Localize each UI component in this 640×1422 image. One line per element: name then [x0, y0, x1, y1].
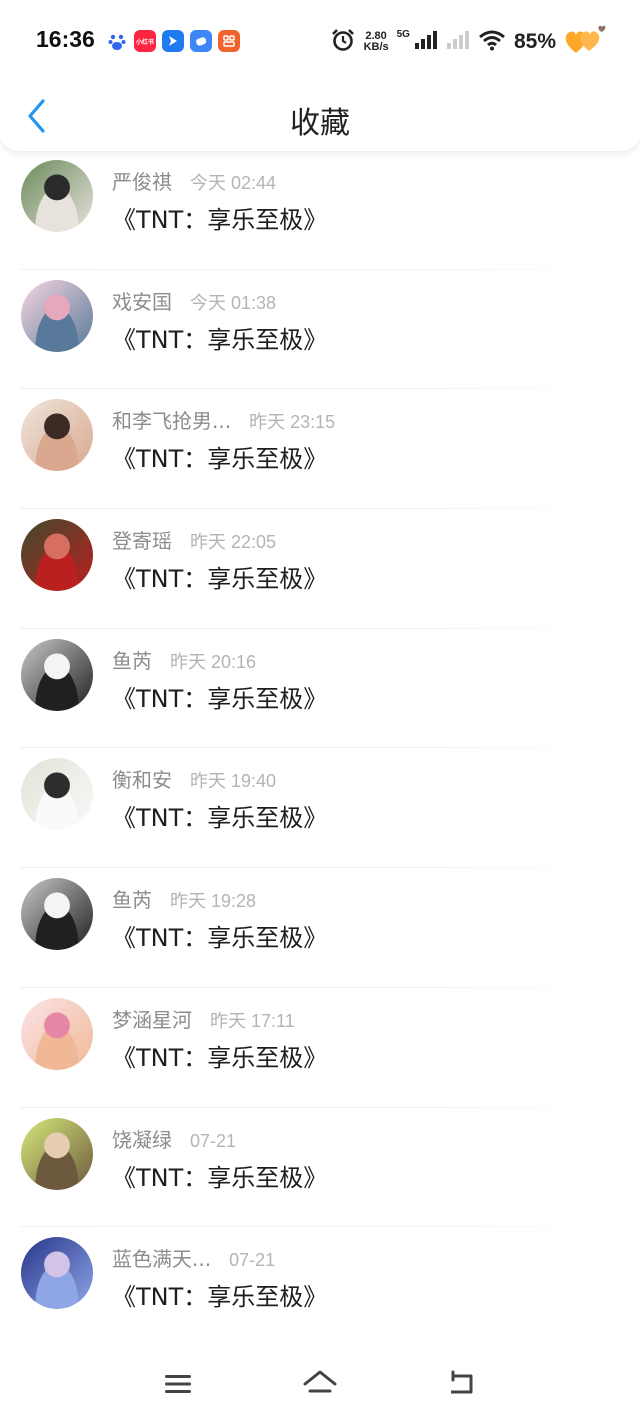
favorite-item[interactable]: 戏安国 今天 01:38 《TNT：享乐至极》	[0, 270, 640, 390]
user-name[interactable]: 鱼芮	[112, 645, 152, 674]
name-time-line: 蓝色满天... 07-21	[112, 1243, 275, 1272]
back-nav-button[interactable]	[442, 1364, 482, 1404]
status-bar: 16:36 小红书 2.80 KB/s 5G 85%	[0, 0, 640, 84]
avatar[interactable]	[21, 1117, 93, 1190]
favorite-content: 《TNT：享乐至极》	[112, 325, 328, 354]
status-right-group: 2.80 KB/s 5G 85%	[330, 24, 606, 60]
alarm-icon	[330, 27, 356, 57]
back-icon	[451, 1370, 473, 1394]
timestamp: 昨天 19:28	[170, 891, 257, 912]
favorite-content: 《TNT：享乐至极》	[112, 684, 328, 713]
network-speed: 2.80 KB/s	[364, 31, 389, 53]
timestamp: 昨天 22:05	[190, 532, 277, 553]
status-app-icons: 小红书	[106, 30, 240, 52]
favorite-content: 《TNT：享乐至极》	[112, 924, 328, 953]
timestamp: 昨天 23:15	[249, 412, 336, 433]
timestamp: 07-21	[190, 1130, 237, 1151]
user-name[interactable]: 衡和安	[112, 764, 172, 793]
favorite-content: 《TNT：享乐至极》	[112, 1163, 328, 1192]
user-name[interactable]: 严俊祺	[112, 166, 172, 195]
avatar[interactable]	[21, 1237, 93, 1310]
favorite-content: 《TNT：享乐至极》	[112, 445, 328, 474]
name-time-line: 鱼芮 昨天 20:16	[112, 645, 256, 674]
name-time-line: 饶凝绿 07-21	[112, 1124, 236, 1153]
favorite-item[interactable]: 严俊祺 今天 02:44 《TNT：享乐至极》	[0, 150, 640, 270]
avatar[interactable]	[21, 758, 93, 831]
screen: 16:36 小红书 2.80 KB/s 5G 85% 收藏 严俊祺 今天 02:…	[0, 0, 640, 1422]
arrow-app-icon	[162, 30, 184, 52]
user-name[interactable]: 和李飞抢男...	[112, 405, 231, 434]
name-time-line: 衡和安 昨天 19:40	[112, 764, 276, 793]
user-name[interactable]: 梦涵星河	[112, 1004, 192, 1033]
name-time-line: 梦涵星河 昨天 17:11	[112, 1004, 295, 1033]
home-icon	[303, 1370, 337, 1393]
blue-app-icon	[190, 30, 212, 52]
favorite-item[interactable]: 和李飞抢男... 昨天 23:15 《TNT：享乐至极》	[0, 389, 640, 510]
avatar[interactable]	[21, 519, 93, 592]
hearts-battery-icon	[564, 25, 606, 59]
name-time-line: 登寄瑶 昨天 22:05	[112, 525, 276, 554]
page-title: 收藏	[290, 106, 350, 141]
favorite-item[interactable]: 鱼芮 昨天 19:28 《TNT：享乐至极》	[0, 868, 640, 988]
timestamp: 今天 02:44	[190, 173, 277, 193]
menu-icon	[165, 1375, 191, 1393]
user-name[interactable]: 蓝色满天...	[112, 1243, 211, 1272]
system-nav-bar	[0, 1342, 640, 1422]
user-name[interactable]: 戏安国	[112, 286, 172, 315]
timestamp: 昨天 20:16	[170, 651, 257, 672]
wifi-icon	[478, 29, 506, 55]
header: 收藏	[0, 84, 640, 152]
favorite-content: 《TNT：享乐至极》	[112, 565, 328, 594]
avatar[interactable]	[21, 279, 93, 352]
user-name[interactable]: 鱼芮	[112, 884, 152, 913]
signal-weak-icon	[446, 30, 470, 54]
name-time-line: 和李飞抢男... 昨天 23:15	[112, 405, 335, 434]
avatar[interactable]	[21, 160, 93, 232]
favorite-item[interactable]: 鱼芮 昨天 20:16 《TNT：享乐至极》	[0, 629, 640, 749]
favorite-content: 《TNT：享乐至极》	[112, 1283, 328, 1312]
avatar[interactable]	[21, 399, 93, 472]
menu-button[interactable]	[158, 1364, 198, 1404]
xiaohongshu-icon: 小红书	[134, 30, 156, 52]
home-button[interactable]	[300, 1364, 340, 1404]
status-time: 16:36	[36, 26, 95, 52]
timestamp: 今天 01:38	[190, 292, 277, 313]
favorite-content: 《TNT：享乐至极》	[112, 804, 328, 833]
user-name[interactable]: 登寄瑶	[112, 525, 172, 554]
network-type: 5G	[396, 28, 410, 40]
name-time-line: 戏安国 今天 01:38	[112, 286, 276, 315]
timestamp: 昨天 19:40	[190, 771, 277, 792]
name-time-line: 严俊祺 今天 02:44	[112, 166, 276, 195]
avatar[interactable]	[21, 997, 93, 1070]
avatar[interactable]	[21, 878, 93, 951]
favorites-list: 严俊祺 今天 02:44 《TNT：享乐至极》 戏安国 今天 01:38 《TNT：享乐至…	[0, 150, 640, 1347]
favorite-item[interactable]: 衡和安 昨天 19:40 《TNT：享乐至极》	[0, 748, 640, 869]
xiaohongshu-logo-text: 小红书	[135, 38, 154, 46]
timestamp: 07-21	[229, 1250, 276, 1271]
orange-app-icon	[218, 30, 240, 52]
favorite-content: 《TNT：享乐至极》	[112, 1043, 328, 1072]
name-time-line: 鱼芮 昨天 19:28	[112, 884, 256, 913]
favorite-content: 《TNT：享乐至极》	[112, 206, 328, 234]
favorite-item[interactable]: 梦涵星河 昨天 17:11 《TNT：享乐至极》	[0, 988, 640, 1108]
signal-strong-icon	[414, 30, 438, 54]
network-speed-unit: KB/s	[363, 41, 389, 53]
user-name[interactable]: 饶凝绿	[112, 1124, 172, 1153]
favorite-item[interactable]: 饶凝绿 07-21 《TNT：享乐至极》	[0, 1108, 640, 1228]
baidu-icon	[106, 30, 128, 52]
avatar[interactable]	[21, 638, 93, 711]
battery-percent: 85%	[513, 30, 556, 53]
favorite-item[interactable]: 蓝色满天... 07-21 《TNT：享乐至极》	[0, 1227, 640, 1347]
timestamp: 昨天 17:11	[210, 1010, 295, 1031]
favorite-item[interactable]: 登寄瑶 昨天 22:05 《TNT：享乐至极》	[0, 509, 640, 629]
